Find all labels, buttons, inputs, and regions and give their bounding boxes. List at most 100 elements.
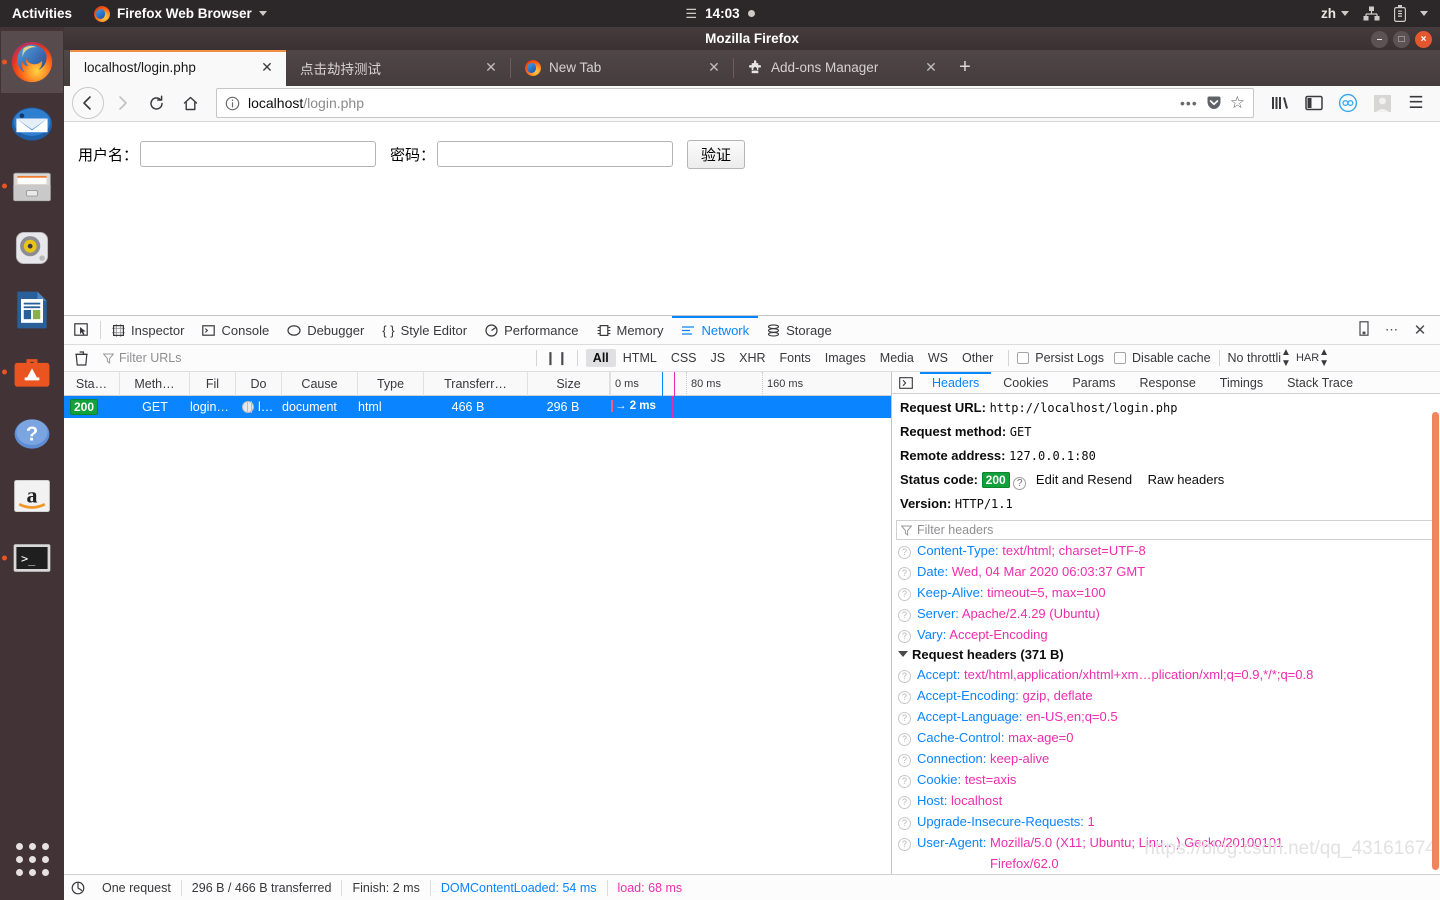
dock-item-terminal[interactable]: >_ [1,527,63,589]
dock-item-help[interactable]: ? [1,403,63,465]
submit-button[interactable]: 验证 [687,139,746,169]
devtools-tab-memory[interactable]: Memory [588,316,673,345]
devtools-tab-storage[interactable]: Storage [758,316,841,345]
help-icon[interactable]: ? [898,670,911,683]
tab-new-tab[interactable]: New Tab ✕ [511,50,733,86]
help-icon[interactable]: ? [898,567,911,580]
battery-icon[interactable] [1394,5,1406,22]
help-icon[interactable]: ? [898,712,911,725]
trash-icon[interactable] [64,350,98,366]
back-button[interactable] [72,87,104,120]
details-tab-response[interactable]: Response [1128,372,1208,394]
filter-media[interactable]: Media [873,349,921,367]
password-input[interactable] [437,141,674,168]
column-size[interactable]: Size [528,371,610,396]
help-icon[interactable]: ? [898,609,911,622]
help-icon[interactable]: ? [898,796,911,809]
filter-css[interactable]: CSS [664,349,704,367]
filter-ws[interactable]: WS [921,349,955,367]
dock-item-rhythmbox[interactable] [1,217,63,279]
tab-close-icon[interactable]: ✕ [482,59,500,76]
show-applications-button[interactable] [1,828,63,890]
filter-html[interactable]: HTML [616,349,664,367]
details-tab-stack-trace[interactable]: Stack Trace [1275,372,1365,394]
table-row[interactable]: 200 GET login… l… document html 466 B 29… [64,396,891,418]
tab-addons-manager[interactable]: Add-ons Manager ✕ [734,50,950,86]
details-scrollbar[interactable] [1431,394,1440,874]
library-icon[interactable] [1264,87,1296,119]
app-menu-firefox[interactable]: Firefox Web Browser [94,5,267,22]
throttling-select[interactable]: No throttli [1228,351,1282,365]
tab-close-icon[interactable]: ✕ [922,59,940,76]
dock-item-libreoffice-writer[interactable] [1,279,63,341]
devtools-tab-console[interactable]: Console [193,316,278,345]
help-icon[interactable]: ? [898,630,911,643]
filter-js[interactable]: JS [704,349,733,367]
help-icon[interactable]: ? [898,588,911,601]
devtools-tab-network[interactable]: Network [672,316,758,345]
help-icon[interactable]: ? [898,733,911,746]
edit-and-resend-button[interactable]: Edit and Resend [1030,472,1138,487]
caret-down-icon[interactable] [1420,11,1428,16]
hamburger-menu-icon[interactable]: ☰ [685,6,697,22]
app-menu-button[interactable]: ☰ [1400,87,1432,119]
devtools-tab-style-editor[interactable]: { } Style Editor [373,316,476,345]
page-info-icon[interactable] [225,96,240,111]
close-button[interactable]: × [1415,31,1432,48]
dock-item-files[interactable] [1,155,63,217]
panel-toggle-icon[interactable] [892,376,920,389]
pocket-icon[interactable] [1206,95,1222,111]
raw-headers-button[interactable]: Raw headers [1142,472,1231,487]
request-headers-section-title[interactable]: Request headers (371 B) [892,645,1440,664]
details-tab-params[interactable]: Params [1060,372,1127,394]
help-icon[interactable]: ? [898,838,911,851]
account-avatar-icon[interactable] [1366,87,1398,119]
column-transferred[interactable]: Transferr… [424,371,528,396]
help-icon[interactable]: ? [898,691,911,704]
persist-logs-checkbox[interactable]: Persist Logs [1017,351,1104,365]
network-status-icon[interactable] [64,881,92,895]
dock-item-ubuntu-software[interactable] [1,341,63,403]
filter-all[interactable]: All [585,349,616,367]
bookmark-star-icon[interactable]: ☆ [1230,93,1245,113]
dock-item-firefox[interactable] [1,31,63,93]
help-icon[interactable]: ? [898,817,911,830]
scrollbar-thumb[interactable] [1432,412,1439,870]
column-timeline[interactable]: 0 ms 80 ms 160 ms [610,371,891,396]
details-tab-timings[interactable]: Timings [1208,372,1275,394]
network-icon[interactable] [1363,6,1380,21]
maximize-button[interactable]: □ [1393,31,1410,48]
element-picker-icon[interactable] [64,323,98,337]
filter-fonts[interactable]: Fonts [773,349,818,367]
url-bar[interactable]: localhost/login.php ••• ☆ [216,88,1254,119]
pause-icon[interactable]: ❙❙ [545,350,569,366]
devtools-tab-performance[interactable]: Performance [476,316,587,345]
dock-item-amazon[interactable]: a [1,465,63,527]
tab-close-icon[interactable]: ✕ [705,59,723,76]
username-input[interactable] [140,141,377,168]
clock[interactable]: 14:03 [705,6,740,21]
reload-button[interactable] [140,87,172,119]
filter-images[interactable]: Images [818,349,873,367]
sync-icon[interactable] [1332,87,1364,119]
input-language-indicator[interactable]: zh [1321,6,1349,21]
page-actions-icon[interactable]: ••• [1180,95,1198,111]
responsive-design-icon[interactable] [1352,321,1376,339]
help-icon[interactable]: ? [898,754,911,767]
filter-urls-input[interactable]: Filter URLs [98,348,528,369]
details-tab-headers[interactable]: Headers [920,372,991,394]
column-type[interactable]: Type [358,371,424,396]
forward-button[interactable] [106,87,138,119]
disable-cache-checkbox[interactable]: Disable cache [1114,351,1211,365]
minimize-button[interactable]: – [1371,31,1388,48]
column-domain[interactable]: Do [236,371,282,396]
filter-other[interactable]: Other [955,349,1000,367]
column-method[interactable]: Meth… [120,371,190,396]
home-button[interactable] [174,87,206,119]
details-tab-cookies[interactable]: Cookies [991,372,1060,394]
help-icon[interactable]: ? [898,546,911,559]
column-file[interactable]: Fil [190,371,236,396]
filter-headers-input[interactable]: Filter headers [896,520,1436,540]
meatball-menu-icon[interactable]: ⋯ [1380,322,1404,338]
column-status[interactable]: Sta… [64,371,120,396]
